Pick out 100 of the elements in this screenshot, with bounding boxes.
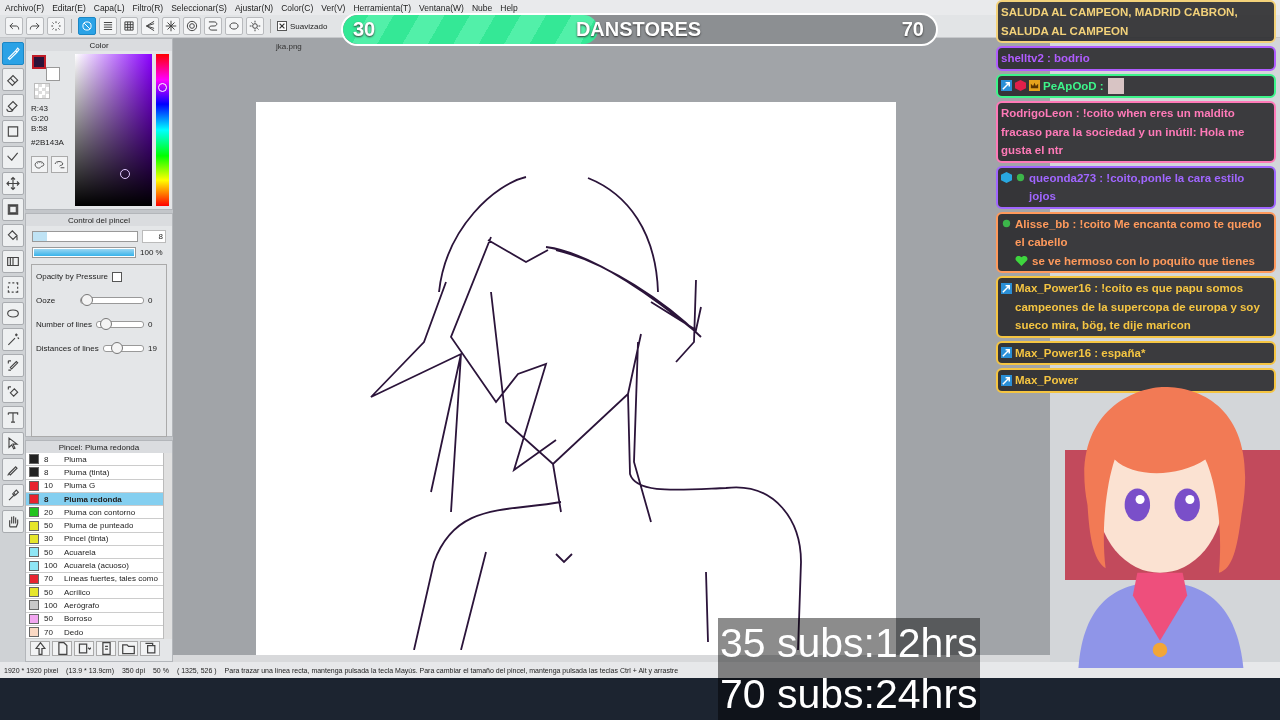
hue-slider[interactable] xyxy=(156,54,169,206)
brush-size: 8 xyxy=(44,467,50,477)
lasso-eraser-tool-button[interactable] xyxy=(1,94,24,117)
ellipse-snap-icon xyxy=(227,19,241,33)
brush-name: Pluma de punteado xyxy=(64,521,134,531)
menu-item[interactable]: Capa(L) xyxy=(93,2,125,13)
polyline-tool-button[interactable] xyxy=(1,146,24,169)
menu-item[interactable]: Nube xyxy=(471,2,493,13)
wand-tool-button[interactable] xyxy=(1,328,24,351)
foreground-color-swatch[interactable] xyxy=(32,55,46,69)
brush-name: Acrílico xyxy=(64,587,91,597)
curve-snap-button[interactable] xyxy=(204,17,222,35)
grid-snap-icon xyxy=(122,19,136,33)
gradient-tool-button[interactable] xyxy=(1,250,24,273)
eraser-tool-button[interactable] xyxy=(1,68,24,91)
undo-button[interactable] xyxy=(5,17,23,35)
brush-item[interactable]: 10 Pluma G xyxy=(26,479,163,493)
brush-item[interactable]: 100 Aerógrafo xyxy=(26,599,163,613)
brush-item[interactable]: 70 Dedo xyxy=(26,625,163,640)
concentric-snap-icon xyxy=(185,19,199,33)
script-page-button[interactable] xyxy=(96,641,116,657)
brush-item[interactable]: 20 Pluma con contorno xyxy=(26,506,163,520)
brush-item[interactable]: 70 Líneas fuertes, tales como xyxy=(26,572,163,586)
copy-page-button[interactable] xyxy=(74,641,94,657)
palette-settings-button[interactable] xyxy=(51,156,68,173)
folder-button[interactable] xyxy=(118,641,138,657)
text-tool-button[interactable] xyxy=(1,406,24,429)
grid-snap-button[interactable] xyxy=(120,17,138,35)
scrollbar[interactable] xyxy=(163,453,172,640)
select-pen-tool-button[interactable] xyxy=(1,354,24,377)
menu-item[interactable]: Editar(E) xyxy=(52,2,86,13)
background-color-swatch[interactable] xyxy=(46,67,60,81)
parallel-snap-button[interactable] xyxy=(99,17,117,35)
duplicate-button[interactable] xyxy=(140,641,160,657)
redo-button[interactable] xyxy=(26,17,44,35)
dropper-tool-button[interactable] xyxy=(1,484,24,507)
pen-tool-button[interactable] xyxy=(1,458,24,481)
fill-tool-button[interactable] xyxy=(1,198,24,221)
menu-item[interactable]: Help xyxy=(500,2,518,13)
option-slider[interactable] xyxy=(80,297,144,304)
menu-item[interactable]: Seleccionar(S) xyxy=(171,2,227,13)
cloud-upload-button[interactable] xyxy=(30,641,50,657)
brush-item[interactable]: 8 Pluma xyxy=(26,453,163,467)
move-icon xyxy=(4,175,21,192)
sparkle-icon xyxy=(49,19,63,33)
hand-tool-button[interactable] xyxy=(1,510,24,533)
off-snap-button[interactable] xyxy=(78,17,96,35)
antialias-checkbox[interactable] xyxy=(277,21,287,31)
option-slider[interactable] xyxy=(96,321,144,328)
brush-size: 8 xyxy=(44,454,50,464)
brush-item[interactable]: 8 Pluma (tinta) xyxy=(26,466,163,480)
brush-item[interactable]: 100 Acuarela (acuoso) xyxy=(26,559,163,573)
perspective-snap-button[interactable] xyxy=(141,17,159,35)
radial-snap-button[interactable] xyxy=(162,17,180,35)
brush-size-slider[interactable] xyxy=(32,231,138,242)
brush-name: Pluma xyxy=(64,454,87,464)
bucket-tool-button[interactable] xyxy=(1,224,24,247)
ellipse-snap-button[interactable] xyxy=(225,17,243,35)
gear-snap-button[interactable] xyxy=(246,17,264,35)
transparent-swatch[interactable] xyxy=(34,83,50,99)
brush-size: 70 xyxy=(44,574,54,584)
new-page-button[interactable] xyxy=(52,641,72,657)
goal-end: 70 xyxy=(901,18,924,41)
brush-name: Pincel (tinta) xyxy=(64,534,109,544)
move-tool-button[interactable] xyxy=(1,172,24,195)
select-rect-tool-button[interactable] xyxy=(1,276,24,299)
brush-item[interactable]: 50 Acuarela xyxy=(26,546,163,560)
menu-item[interactable]: Herramienta(T) xyxy=(353,2,412,13)
brush-size-field[interactable]: 8 xyxy=(142,230,166,243)
brush-item[interactable]: 30 Pincel (tinta) xyxy=(26,532,163,547)
folder-icon xyxy=(121,642,135,656)
chat-text: shelltv2 : bodrio xyxy=(1001,51,1090,66)
menu-item[interactable]: Color(C) xyxy=(281,2,314,13)
brush-name: Pluma con contorno xyxy=(64,507,136,517)
pressure-checkbox[interactable] xyxy=(112,271,123,282)
brush-item[interactable]: 50 Acrílico xyxy=(26,585,163,600)
menu-item[interactable]: Filtro(R) xyxy=(132,2,164,13)
menu-item[interactable]: Ajustar(N) xyxy=(234,2,274,13)
menu-item[interactable]: Archivo(F) xyxy=(5,2,45,13)
menu-item[interactable]: Ventana(W) xyxy=(419,2,464,13)
palette-button[interactable] xyxy=(31,156,48,173)
canvas-tab[interactable]: jka.png xyxy=(276,42,302,52)
pointer-tool-button[interactable] xyxy=(1,432,24,455)
saturation-value-picker[interactable] xyxy=(75,54,152,206)
menu-item[interactable]: Ver(V) xyxy=(321,2,346,13)
new-page-icon xyxy=(55,642,69,656)
chat-text: SALUDA AL CAMPEON, MADRID CABRON, SALUDA AL CAMPEON xyxy=(1001,5,1239,39)
scrollbar[interactable] xyxy=(173,655,1050,662)
rect-tool-button[interactable] xyxy=(1,120,24,143)
lasso-tool-button[interactable] xyxy=(1,302,24,325)
brush-item[interactable]: 50 Pluma de punteado xyxy=(26,519,163,533)
slider-thumb[interactable] xyxy=(81,294,93,306)
select-eraser-tool-button[interactable] xyxy=(1,380,24,403)
option-slider[interactable] xyxy=(102,345,144,352)
slider-thumb[interactable] xyxy=(110,342,123,354)
opacity-value: 100 % xyxy=(140,248,163,257)
brush-tool-button[interactable] xyxy=(1,42,24,65)
concentric-snap-button[interactable] xyxy=(183,17,201,35)
brush-item[interactable]: 50 Borroso xyxy=(26,612,163,626)
slider-thumb[interactable] xyxy=(99,318,112,330)
